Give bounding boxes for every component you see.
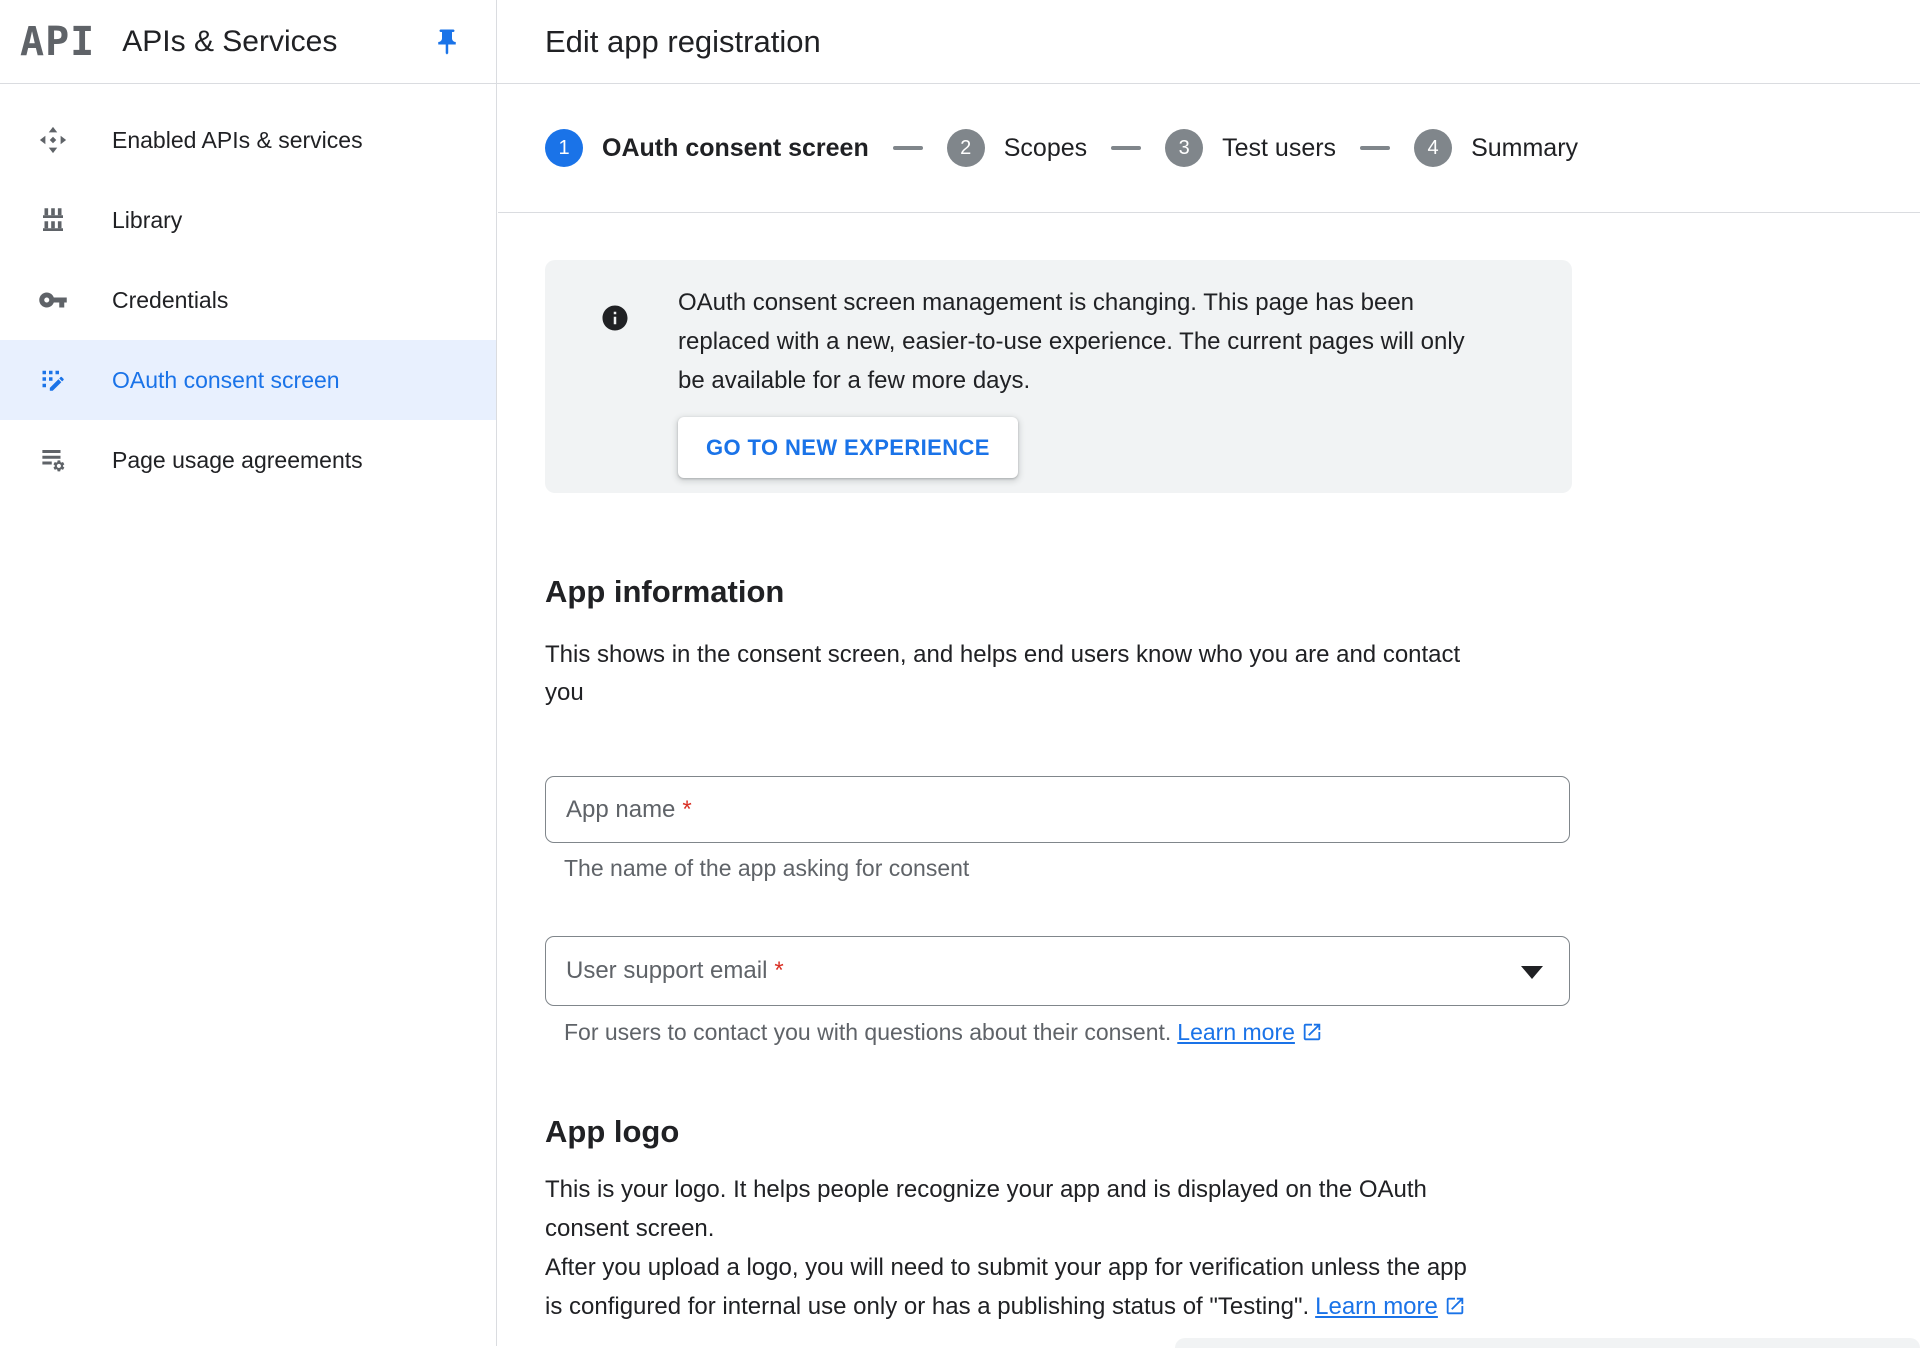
step-scopes[interactable]: 2 Scopes <box>947 129 1087 167</box>
sidebar-item-library[interactable]: Library <box>0 180 496 260</box>
step-connector <box>1111 146 1141 150</box>
sidebar-item-label: Library <box>112 207 182 234</box>
step-number: 4 <box>1414 129 1452 167</box>
app-logo-heading: App logo <box>545 1112 1570 1152</box>
user-support-email-helper: For users to contact you with questions … <box>545 1018 1570 1046</box>
stepper-divider <box>498 212 1920 213</box>
registration-stepper: 1 OAuth consent screen 2 Scopes 3 Test u… <box>545 84 1578 212</box>
notice-message: OAuth consent screen management is chang… <box>678 283 1558 400</box>
key-icon <box>38 285 68 315</box>
sidebar-header: API APIs & Services <box>0 0 496 83</box>
product-name: APIs & Services <box>122 25 337 59</box>
step-number: 2 <box>947 129 985 167</box>
step-summary[interactable]: 4 Summary <box>1414 129 1578 167</box>
go-to-new-experience-button[interactable]: GO TO NEW EXPERIENCE <box>678 417 1018 478</box>
consent-list-pencil-icon <box>38 365 68 395</box>
api-arrows-icon <box>38 125 68 155</box>
sidebar-item-oauth-consent-screen[interactable]: OAuth consent screen <box>0 340 496 420</box>
app-name-helper: The name of the app asking for consent <box>545 854 1570 882</box>
step-label: Summary <box>1471 134 1578 163</box>
required-marker: * <box>682 796 691 824</box>
step-number: 1 <box>545 129 583 167</box>
info-icon <box>600 303 630 333</box>
user-support-email-field[interactable]: User support email * <box>545 936 1570 1006</box>
step-number: 3 <box>1165 129 1203 167</box>
app-name-field[interactable]: App name * <box>545 776 1570 843</box>
step-connector <box>1360 146 1390 150</box>
app-information-heading: App information <box>545 572 1570 612</box>
sidebar-item-label: Enabled APIs & services <box>112 127 363 154</box>
step-oauth-consent-screen[interactable]: 1 OAuth consent screen <box>545 129 869 167</box>
library-icon <box>38 205 68 235</box>
sidebar-item-label: OAuth consent screen <box>112 367 340 394</box>
sidebar: API APIs & Services Enabled APIs & servi… <box>0 0 497 1346</box>
sidebar-item-page-usage-agreements[interactable]: Page usage agreements <box>0 420 496 500</box>
support-email-learn-more-link[interactable]: Learn more <box>1177 1019 1323 1045</box>
app-logo-description: This is your logo. It helps people recog… <box>545 1170 1570 1326</box>
app-information-description: This shows in the consent screen, and he… <box>545 636 1570 712</box>
page-title: Edit app registration <box>545 0 821 83</box>
sidebar-item-label: Page usage agreements <box>112 447 363 474</box>
bottom-panel-edge <box>1175 1338 1920 1348</box>
required-marker: * <box>774 957 783 985</box>
sidebar-item-label: Credentials <box>112 287 228 314</box>
sidebar-item-enabled-apis-services[interactable]: Enabled APIs & services <box>0 100 496 180</box>
user-support-email-placeholder: User support email <box>566 957 767 985</box>
sidebar-item-credentials[interactable]: Credentials <box>0 260 496 340</box>
step-test-users[interactable]: 3 Test users <box>1165 129 1336 167</box>
header-divider <box>0 83 1920 84</box>
api-logo: API <box>20 22 95 62</box>
app-logo-learn-more-link[interactable]: Learn more <box>1315 1293 1466 1320</box>
sidebar-nav: Enabled APIs & services Library Credenti… <box>0 100 496 500</box>
step-connector <box>893 146 923 150</box>
step-label: OAuth consent screen <box>602 134 869 163</box>
notice-banner: OAuth consent screen management is chang… <box>545 260 1572 493</box>
app-name-placeholder: App name <box>566 796 675 824</box>
step-label: Test users <box>1222 134 1336 163</box>
dropdown-caret-icon <box>1521 966 1543 979</box>
main-content: OAuth consent screen management is chang… <box>545 260 1570 1326</box>
step-label: Scopes <box>1004 134 1087 163</box>
pin-icon[interactable] <box>432 27 462 57</box>
list-gear-icon <box>38 445 68 475</box>
